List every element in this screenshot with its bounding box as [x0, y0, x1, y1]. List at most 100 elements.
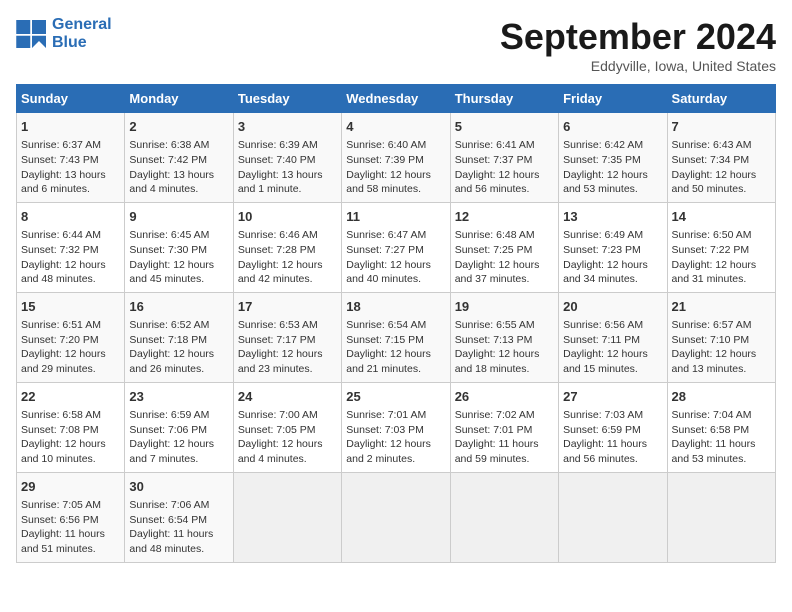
- cell-info-line: Daylight: 12 hours and 29 minutes.: [21, 347, 120, 376]
- cell-info-line: Sunset: 7:27 PM: [346, 243, 445, 258]
- calendar-cell: 2Sunrise: 6:38 AMSunset: 7:42 PMDaylight…: [125, 113, 233, 203]
- cell-info-line: Daylight: 12 hours and 31 minutes.: [672, 258, 771, 287]
- cell-info-line: Sunrise: 6:37 AM: [21, 138, 120, 153]
- calendar-cell: 14Sunrise: 6:50 AMSunset: 7:22 PMDayligh…: [667, 202, 775, 292]
- day-number: 2: [129, 118, 228, 136]
- header-thursday: Thursday: [450, 85, 558, 113]
- cell-info-line: Sunset: 6:54 PM: [129, 513, 228, 528]
- cell-info-line: Daylight: 11 hours and 53 minutes.: [672, 437, 771, 466]
- cell-info-line: Sunset: 7:42 PM: [129, 153, 228, 168]
- cell-info-line: Sunset: 7:05 PM: [238, 423, 337, 438]
- cell-info-line: Sunset: 7:03 PM: [346, 423, 445, 438]
- day-number: 27: [563, 388, 662, 406]
- cell-info-line: Daylight: 12 hours and 48 minutes.: [21, 258, 120, 287]
- cell-info-line: Sunset: 6:56 PM: [21, 513, 120, 528]
- cell-info-line: Daylight: 12 hours and 53 minutes.: [563, 168, 662, 197]
- month-year-title: September 2024: [500, 16, 776, 58]
- cell-info-line: Sunrise: 6:57 AM: [672, 318, 771, 333]
- calendar-table: SundayMondayTuesdayWednesdayThursdayFrid…: [16, 84, 776, 563]
- cell-info-line: Sunrise: 6:59 AM: [129, 408, 228, 423]
- logo-blue: Blue: [52, 34, 112, 52]
- header-tuesday: Tuesday: [233, 85, 341, 113]
- cell-info-line: Sunrise: 6:48 AM: [455, 228, 554, 243]
- cell-info-line: Daylight: 11 hours and 56 minutes.: [563, 437, 662, 466]
- day-number: 5: [455, 118, 554, 136]
- calendar-cell: [559, 472, 667, 562]
- cell-info-line: Daylight: 12 hours and 26 minutes.: [129, 347, 228, 376]
- cell-info-line: Daylight: 12 hours and 42 minutes.: [238, 258, 337, 287]
- cell-info-line: Daylight: 12 hours and 23 minutes.: [238, 347, 337, 376]
- logo-general: General: [52, 16, 112, 34]
- cell-info-line: Sunset: 7:10 PM: [672, 333, 771, 348]
- cell-info-line: Sunset: 7:40 PM: [238, 153, 337, 168]
- cell-info-line: Sunrise: 6:58 AM: [21, 408, 120, 423]
- day-number: 29: [21, 478, 120, 496]
- cell-info-line: Sunrise: 6:56 AM: [563, 318, 662, 333]
- day-number: 24: [238, 388, 337, 406]
- cell-info-line: Sunset: 7:32 PM: [21, 243, 120, 258]
- cell-info-line: Daylight: 12 hours and 21 minutes.: [346, 347, 445, 376]
- calendar-cell: 23Sunrise: 6:59 AMSunset: 7:06 PMDayligh…: [125, 382, 233, 472]
- calendar-week-row: 1 Sunrise: 6:37 AMSunset: 7:43 PM Daylight…: [17, 113, 776, 203]
- cell-info-line: Sunrise: 6:50 AM: [672, 228, 771, 243]
- cell-info-line: Sunrise: 6:46 AM: [238, 228, 337, 243]
- page-header: General Blue September 2024 Eddyville, I…: [16, 16, 776, 74]
- cell-info-line: Sunset: 7:08 PM: [21, 423, 120, 438]
- cell-info-line: Sunrise: 6:53 AM: [238, 318, 337, 333]
- cell-info-line: Sunset: 7:23 PM: [563, 243, 662, 258]
- calendar-week-row: 8Sunrise: 6:44 AMSunset: 7:32 PMDaylight…: [17, 202, 776, 292]
- calendar-cell: 15Sunrise: 6:51 AMSunset: 7:20 PMDayligh…: [17, 292, 125, 382]
- cell-info-line: Daylight: 12 hours and 37 minutes.: [455, 258, 554, 287]
- header-sunday: Sunday: [17, 85, 125, 113]
- day-number: 26: [455, 388, 554, 406]
- cell-info-line: Daylight: 12 hours and 18 minutes.: [455, 347, 554, 376]
- calendar-week-row: 22Sunrise: 6:58 AMSunset: 7:08 PMDayligh…: [17, 382, 776, 472]
- calendar-cell: 27Sunrise: 7:03 AMSunset: 6:59 PMDayligh…: [559, 382, 667, 472]
- header-wednesday: Wednesday: [342, 85, 450, 113]
- calendar-cell: 17Sunrise: 6:53 AMSunset: 7:17 PMDayligh…: [233, 292, 341, 382]
- cell-info-line: Daylight: 12 hours and 58 minutes.: [346, 168, 445, 197]
- day-number: 17: [238, 298, 337, 316]
- calendar-cell: [450, 472, 558, 562]
- calendar-cell: [667, 472, 775, 562]
- cell-info-line: Daylight: 12 hours and 10 minutes.: [21, 437, 120, 466]
- calendar-cell: 7Sunrise: 6:43 AMSunset: 7:34 PMDaylight…: [667, 113, 775, 203]
- calendar-cell: 10Sunrise: 6:46 AMSunset: 7:28 PMDayligh…: [233, 202, 341, 292]
- cell-info-line: Sunrise: 7:02 AM: [455, 408, 554, 423]
- cell-info-line: Sunrise: 7:05 AM: [21, 498, 120, 513]
- cell-info-line: Sunset: 7:43 PM: [21, 153, 120, 168]
- calendar-cell: 8Sunrise: 6:44 AMSunset: 7:32 PMDaylight…: [17, 202, 125, 292]
- calendar-cell: 19Sunrise: 6:55 AMSunset: 7:13 PMDayligh…: [450, 292, 558, 382]
- day-number: 28: [672, 388, 771, 406]
- logo-icon: [16, 20, 48, 48]
- day-number: 6: [563, 118, 662, 136]
- cell-info-line: Sunset: 7:37 PM: [455, 153, 554, 168]
- calendar-cell: [233, 472, 341, 562]
- day-number: 19: [455, 298, 554, 316]
- logo: General Blue: [16, 16, 112, 51]
- cell-info-line: Sunrise: 7:01 AM: [346, 408, 445, 423]
- cell-info-line: Sunrise: 6:47 AM: [346, 228, 445, 243]
- cell-info-line: Sunrise: 7:03 AM: [563, 408, 662, 423]
- calendar-cell: 21Sunrise: 6:57 AMSunset: 7:10 PMDayligh…: [667, 292, 775, 382]
- cell-info-line: Daylight: 12 hours and 13 minutes.: [672, 347, 771, 376]
- cell-info-line: Sunrise: 6:54 AM: [346, 318, 445, 333]
- day-number: 1: [21, 118, 120, 136]
- day-number: 4: [346, 118, 445, 136]
- cell-info-line: Daylight: 13 hours and 4 minutes.: [129, 168, 228, 197]
- calendar-cell: 11Sunrise: 6:47 AMSunset: 7:27 PMDayligh…: [342, 202, 450, 292]
- day-number: 9: [129, 208, 228, 226]
- calendar-cell: 28 Sunrise: 7:04 AMSunset: 6:58 PMDayligh…: [667, 382, 775, 472]
- day-number: 8: [21, 208, 120, 226]
- calendar-cell: 5Sunrise: 6:41 AMSunset: 7:37 PMDaylight…: [450, 113, 558, 203]
- cell-info-line: Sunrise: 6:45 AM: [129, 228, 228, 243]
- cell-info-line: Sunrise: 7:04 AM: [672, 408, 771, 423]
- cell-info-line: Sunset: 7:20 PM: [21, 333, 120, 348]
- cell-info-line: Daylight: 12 hours and 4 minutes.: [238, 437, 337, 466]
- cell-info-line: Sunrise: 6:39 AM: [238, 138, 337, 153]
- day-number: 15: [21, 298, 120, 316]
- calendar-cell: 24 Sunrise: 7:00 AMSunset: 7:05 PMDayligh…: [233, 382, 341, 472]
- cell-info-line: Sunrise: 7:00 AM: [238, 408, 337, 423]
- header-saturday: Saturday: [667, 85, 775, 113]
- cell-info-line: Sunset: 6:58 PM: [672, 423, 771, 438]
